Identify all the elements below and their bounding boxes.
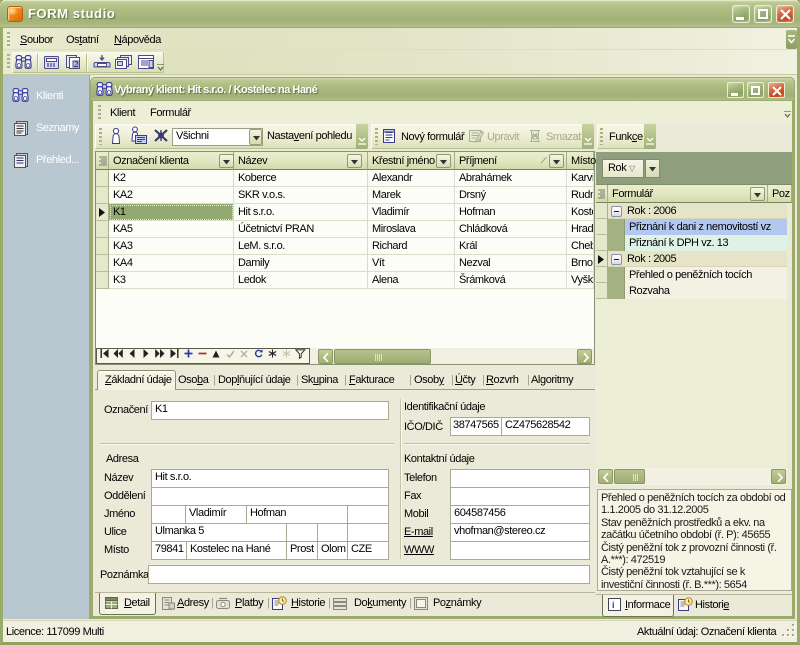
svg-text:i: i (612, 600, 614, 610)
svg-text:2: 2 (74, 62, 78, 69)
